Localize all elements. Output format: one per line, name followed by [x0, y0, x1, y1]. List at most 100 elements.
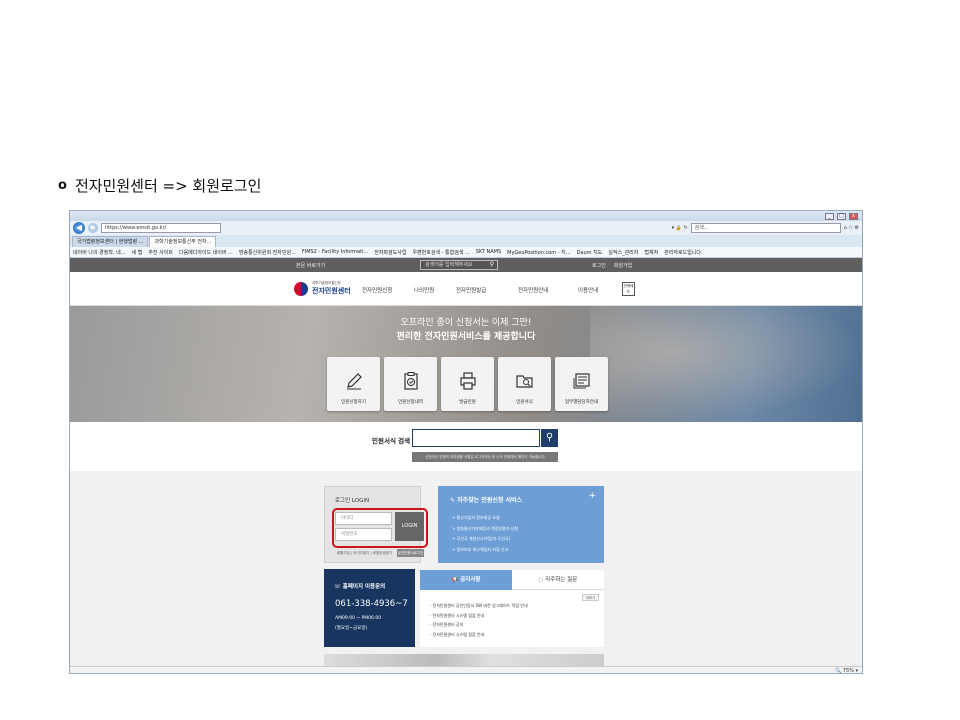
- nav-usage[interactable]: 이용안내: [578, 286, 598, 294]
- forward-icon[interactable]: ▶: [88, 223, 98, 233]
- hero-line2: 편리한 전자민원서비스를 제공합니다: [396, 332, 536, 342]
- service-forms-tile[interactable]: 민원서식: [498, 357, 551, 411]
- address-bar-row: ◀ ▶ https://www.emsit.go.kr/ ▾ 🔒 ↻ 검색...…: [70, 221, 862, 235]
- service-issue-tile[interactable]: 발급민원: [441, 357, 494, 411]
- browser-search-input[interactable]: 검색...: [690, 223, 841, 233]
- topbar-search-placeholder: 검색어를 입력해주세요: [425, 262, 473, 268]
- lock-refresh-icon[interactable]: ▾ 🔒 ↻: [672, 225, 688, 231]
- search-icon[interactable]: ⚲: [490, 261, 494, 269]
- list-item[interactable]: · 전자민원센터 공지: [430, 620, 528, 630]
- site-topbar: 본문 바로가기 검색어를 입력해주세요 ⚲ 로그인 회원가입: [70, 258, 862, 272]
- search-icon[interactable]: ⚲: [541, 429, 558, 447]
- printer-icon: [459, 372, 476, 390]
- contact-days: (월요일~금요일): [335, 626, 368, 631]
- list-item[interactable]: · 전자민원센터 공인인증서 SW 버전 업그레이드 작업 안내: [430, 601, 528, 611]
- logo-title: 전자민원센터: [312, 287, 351, 295]
- browser-tabs: 국가법령정보센터 | 현행법령 ... 과학기술정보통신부 전자...: [70, 235, 862, 247]
- list-item[interactable]: > 통신기업자 정보제공 요청: [452, 513, 518, 524]
- fav-item[interactable]: 다음메디아이드 네이버 ...: [179, 249, 233, 256]
- minimize-button[interactable]: _: [825, 212, 834, 220]
- clipboard-check-icon: [403, 372, 418, 390]
- contact-box: ☏ 홈페이지 이용문의 061-338-4936~7 AM09:00 ~ PM0…: [324, 569, 415, 647]
- tab-msit[interactable]: 과학기술정보통신부 전자...: [149, 236, 217, 247]
- nav-apply[interactable]: 전자민원신청: [362, 286, 392, 294]
- login-box: 로그인 LOGIN 아이디 비밀번호 LOGIN 회원가입 | 아이디찾기 | …: [324, 486, 428, 563]
- service-label: 발급민원: [459, 400, 476, 405]
- all-menu-button[interactable]: 전체메뉴: [622, 282, 635, 296]
- form-search-input[interactable]: [412, 429, 540, 447]
- topbar-login-link[interactable]: 로그인: [592, 262, 606, 269]
- fav-item[interactable]: 추천 사이트: [148, 249, 173, 256]
- notice-list: · 전자민원센터 공인인증서 SW 버전 업그레이드 작업 안내 · 전자민원센…: [430, 601, 528, 639]
- service-contacts-tile[interactable]: 업무별담당자안내: [555, 357, 608, 411]
- account-links[interactable]: 회원가입 | 아이디찾기 | 비밀번호찾기: [337, 551, 392, 556]
- fav-item[interactable]: 방송통신위원회 전자민원...: [239, 249, 296, 256]
- service-label: 민원서식: [516, 400, 533, 405]
- plus-icon[interactable]: +: [588, 491, 596, 501]
- hero-banner: 오프라인 종이 신청서는 이제 그만! 편리한 전자민원서비스를 제공합니다 민…: [70, 306, 862, 422]
- zoom-level[interactable]: 🔍 75% ▾: [835, 668, 858, 673]
- service-apply-tile[interactable]: 민원신청하기: [327, 357, 380, 411]
- list-item[interactable]: · 전자민원센터 시스템 점검 안내: [430, 630, 528, 640]
- pencil-icon: [346, 373, 362, 390]
- window-titlebar: _ □ x: [70, 211, 862, 221]
- frequent-services-box: ✎ 자주찾는 민원신청 서비스 + > 통신기업자 정보제공 요청 > 방송통신…: [438, 486, 604, 563]
- banner-strip: [324, 654, 604, 666]
- fav-item[interactable]: Daum 지도: [577, 249, 603, 256]
- nav-guide[interactable]: 전자민원안내: [518, 286, 548, 294]
- service-label: 민원신청하기: [341, 400, 366, 405]
- service-tiles: 민원신청하기 민원신청내역 발급민원 민원서식 업무별담당자안내: [327, 357, 608, 411]
- home-star-gear-icon[interactable]: ⌂ ☆ ⚙: [844, 225, 859, 231]
- nav-issue[interactable]: 전자민원발급: [456, 286, 486, 294]
- fav-item[interactable]: 우편번호검색 - 통합검색 ...: [412, 249, 469, 256]
- notice-box: 📢 공지사항 ◌ 자주하는 질문 더보기 · 전자민원센터 공인인증서 SW 버…: [420, 570, 604, 647]
- browser-statusbar: 🔍 75% ▾: [70, 666, 862, 673]
- login-title: 로그인 LOGIN: [335, 498, 370, 504]
- maximize-button[interactable]: □: [837, 212, 846, 220]
- more-button[interactable]: 더보기: [582, 594, 599, 601]
- contact-number: 061-338-4936~7: [335, 599, 408, 609]
- search-hint: 신청하신 민원의 처리현황 사항은 로그인하신 후 나의 민원에서 확인이 가능…: [412, 452, 558, 462]
- heading-bullet: o: [58, 178, 67, 193]
- fav-item[interactable]: 법제처: [644, 249, 658, 256]
- list-item[interactable]: · 전자민원센터 시스템 점검 안내: [430, 611, 528, 621]
- list-item[interactable]: > 무선국 개설신고(위임자 무선국): [452, 534, 518, 545]
- list-item[interactable]: > 정보보호 최고책임자 지정 신고: [452, 545, 518, 556]
- fav-item[interactable]: MyGeoPosition.com - 지...: [507, 249, 570, 256]
- close-window-button[interactable]: x: [849, 212, 858, 220]
- skip-to-content-link[interactable]: 본문 바로가기: [296, 262, 325, 269]
- list-item[interactable]: > 방송통신기자재등의 적합성평가 신청: [452, 524, 518, 535]
- site-nav: 과학기술정보통신부 전자민원센터 전자민원신청 나의민원 전자민원발급 전자민원…: [70, 272, 862, 306]
- service-label: 업무별담당자안내: [564, 400, 599, 405]
- tab-law[interactable]: 국가법령정보센터 | 현행법령 ...: [72, 236, 149, 247]
- nav-my-petitions[interactable]: 나의민원: [414, 286, 434, 294]
- favorites-bar: 네이버 나의 경정학, 네... 새 탭 추천 사이트 다음메디아이드 네이버 …: [70, 247, 862, 258]
- lower-section: 로그인 LOGIN 아이디 비밀번호 LOGIN 회원가입 | 아이디찾기 | …: [70, 471, 862, 673]
- back-icon[interactable]: ◀: [73, 222, 85, 234]
- frequent-title: ✎ 자주찾는 민원신청 서비스: [450, 497, 523, 504]
- fav-item[interactable]: 네이버 나의 경정학, 네...: [73, 249, 126, 256]
- topbar-search-input[interactable]: 검색어를 입력해주세요 ⚲: [420, 260, 498, 270]
- service-label: 민원신청내역: [398, 400, 423, 405]
- fav-item[interactable]: SKT NAMS: [476, 249, 501, 255]
- site-logo[interactable]: 과학기술정보통신부 전자민원센터: [294, 281, 351, 296]
- topbar-join-link[interactable]: 회원가입: [614, 262, 632, 269]
- hero-line1: 오프라인 종이 신청서는 이제 그만!: [400, 318, 532, 328]
- fav-item[interactable]: FIMS2 - Facility Informati...: [302, 249, 368, 255]
- slide-heading: o 전자민원센터 => 회원로그인: [58, 175, 261, 196]
- cert-login-button[interactable]: 공인인증서로그인: [397, 549, 424, 557]
- form-search-area: 민원서식 검색 ⚲ 신청하신 민원의 처리현황 사항은 로그인하신 후 나의 민…: [70, 422, 862, 468]
- fav-item[interactable]: 새 탭: [132, 249, 143, 256]
- fav-item[interactable]: 관리자로드입니다.: [664, 249, 702, 256]
- fav-item[interactable]: 실적스_관리자: [608, 249, 638, 256]
- fav-item[interactable]: 전자파검도사업: [374, 249, 406, 256]
- form-search-label: 민원서식 검색: [372, 437, 411, 445]
- heading-text: 전자민원센터 => 회원로그인: [74, 177, 262, 195]
- tab-notice[interactable]: 📢 공지사항: [420, 570, 512, 590]
- service-history-tile[interactable]: 민원신청내역: [384, 357, 437, 411]
- url-input[interactable]: https://www.emsit.go.kr/: [101, 223, 221, 233]
- tab-faq[interactable]: ◌ 자주하는 질문: [512, 570, 604, 590]
- document-icon: [573, 373, 590, 389]
- folder-search-icon: [515, 375, 533, 388]
- taegeuk-logo-icon: [294, 281, 308, 296]
